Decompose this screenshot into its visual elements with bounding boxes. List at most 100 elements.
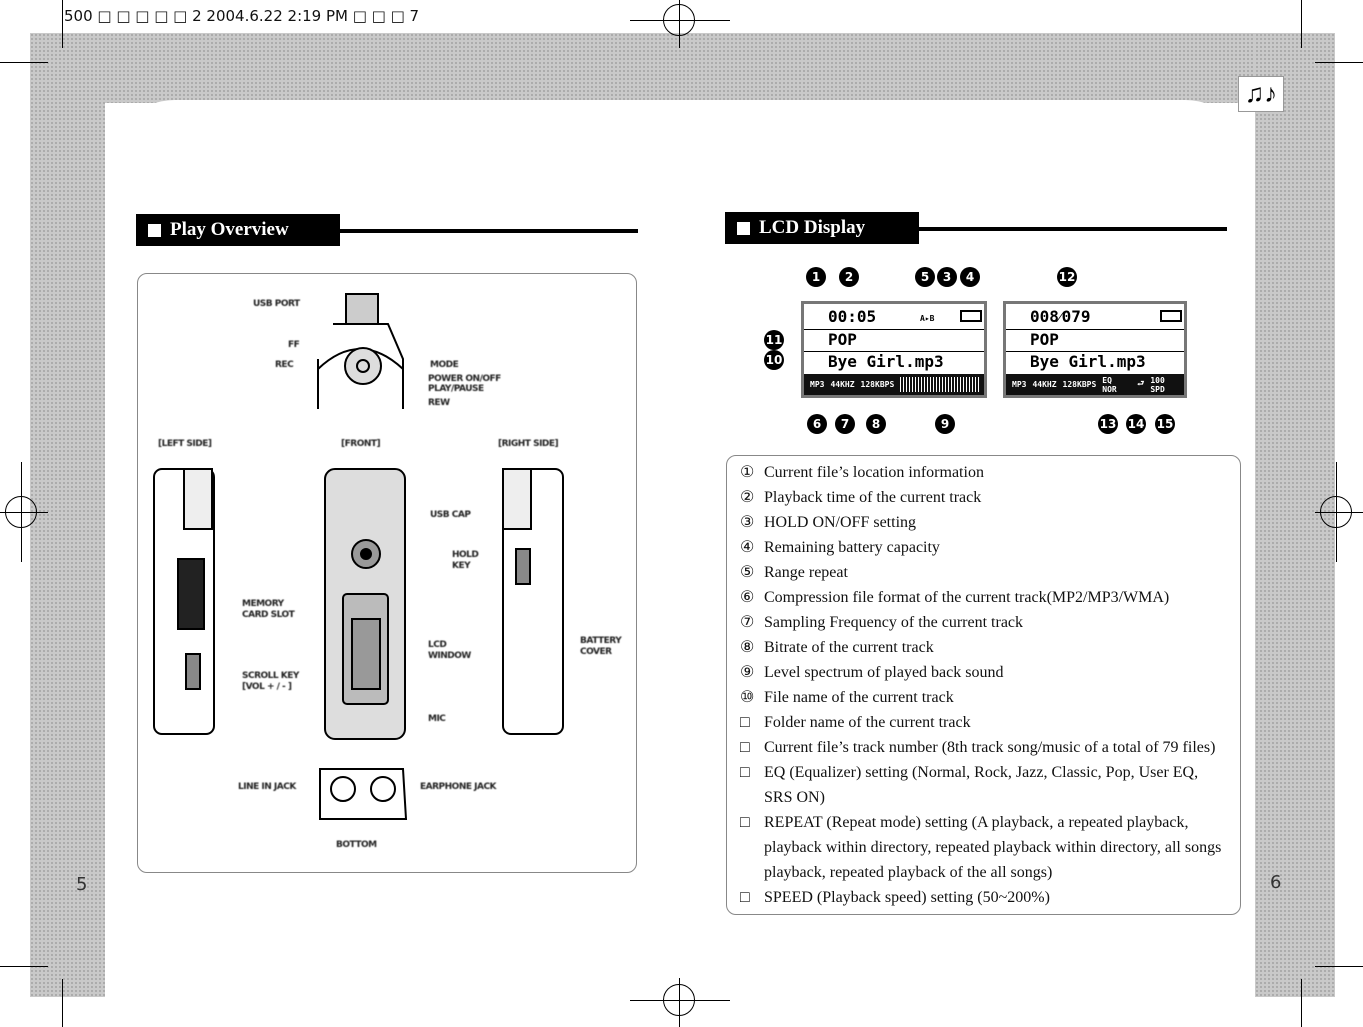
legend-item: ⑧ Bitrate of the current track	[740, 635, 1230, 660]
lcd-frequency: 44KHZ	[830, 380, 855, 389]
item-text: Compression file format of the current t…	[764, 589, 1170, 606]
item-number: □	[740, 739, 750, 756]
crop-mark	[1301, 979, 1302, 1027]
item-number: □	[740, 714, 750, 731]
item-text: REPEAT (Repeat mode) setting (A playback…	[764, 814, 1222, 881]
callout-11: 11	[764, 330, 784, 350]
repeat-icon: ⮐	[1137, 378, 1145, 388]
lcd-eq: EQ NOR	[1102, 375, 1117, 394]
callout-8: 8	[866, 414, 886, 434]
item-number: □	[740, 814, 750, 831]
callout-1: 1	[806, 267, 826, 287]
lcd-bitrate: 128KBPS	[860, 380, 895, 389]
label-usb-port: USB PORT	[253, 299, 300, 309]
label-right-side: [RIGHT SIDE]	[498, 439, 559, 449]
lcd-format: MP3	[1012, 380, 1027, 389]
callout-7: 7	[835, 414, 855, 434]
callout-15: 15	[1155, 414, 1175, 434]
label-bottom: BOTTOM	[336, 840, 377, 850]
legend-item: ③ HOLD ON/OFF setting	[740, 510, 1230, 535]
crop-mark	[679, 0, 680, 48]
legend-item: □ EQ (Equalizer) setting (Normal, Rock, J…	[740, 760, 1230, 810]
item-text: Playback time of the current track	[764, 489, 982, 506]
item-number: ⑦	[740, 614, 755, 631]
crop-mark	[62, 0, 63, 48]
lcd-format: MP3	[810, 380, 825, 389]
label-left-side: [LEFT SIDE]	[158, 439, 212, 449]
item-number: ⑥	[740, 589, 755, 606]
label-memory: MEMORY	[242, 599, 284, 609]
item-text: Current file’s location information	[764, 464, 984, 481]
background-top-band	[30, 33, 1335, 103]
legend-item: □ SPEED (Playback speed) setting (50~200%…	[740, 885, 1230, 910]
title-text: Play Overview	[170, 219, 289, 240]
label-battery: BATTERY	[580, 636, 622, 646]
crop-mark	[62, 979, 63, 1027]
item-text: File name of the current track	[764, 689, 954, 706]
label-front: [FRONT]	[341, 439, 381, 449]
callout-12: 12	[1057, 267, 1077, 287]
legend-item: ⑥ Compression file format of the current …	[740, 585, 1230, 610]
callout-4: 4	[960, 267, 980, 287]
crop-mark	[679, 978, 680, 1027]
item-text: Remaining battery capacity	[764, 539, 940, 556]
item-text: Folder name of the current track	[764, 714, 971, 731]
item-number: ⑧	[740, 639, 755, 656]
crop-mark	[0, 62, 48, 63]
label-hold: HOLD	[452, 550, 479, 560]
label-mode: MODE	[430, 360, 459, 370]
title-text: LCD Display	[759, 217, 866, 238]
level-spectrum	[900, 377, 980, 392]
item-number: ②	[740, 489, 755, 506]
lcd-legend-list: ① Current file’s location information ② Pla…	[740, 460, 1230, 910]
page-number-right: 6	[1270, 872, 1282, 893]
lcd-screen-playback: 00:05 A▸B POP Bye Girl.mp3 MP3 44KHZ 128…	[801, 301, 987, 398]
crop-mark	[630, 1000, 730, 1001]
item-text: Sampling Frequency of the current track	[764, 614, 1024, 631]
callout-13: 13	[1098, 414, 1118, 434]
lcd-bitrate: 128KBPS	[1062, 380, 1097, 389]
legend-item: □ Folder name of the current track	[740, 710, 1230, 735]
callout-14: 14	[1126, 414, 1146, 434]
lcd-file: Bye Girl.mp3	[828, 352, 944, 371]
crop-mark	[1315, 966, 1363, 967]
square-bullet-icon	[148, 223, 161, 237]
item-number: ①	[740, 464, 755, 481]
label-earphone: EARPHONE JACK	[420, 782, 497, 792]
item-text: EQ (Equalizer) setting (Normal, Rock, Ja…	[764, 764, 1199, 806]
lcd-screen-track: 008⁄079 POP Bye Girl.mp3 MP3 44KHZ 128KB…	[1003, 301, 1187, 398]
crop-mark	[1315, 62, 1363, 63]
legend-item: ⑤ Range repeat	[740, 560, 1230, 585]
square-bullet-icon	[737, 221, 750, 235]
item-text: Bitrate of the current track	[764, 639, 934, 656]
lcd-track-number: 008⁄079	[1006, 304, 1184, 330]
label-card-slot: CARD SLOT	[242, 610, 295, 620]
item-number: □	[740, 764, 750, 781]
lcd-ab-repeat: A▸B	[920, 314, 935, 323]
item-text: HOLD ON/OFF setting	[764, 514, 917, 531]
item-number: ④	[740, 539, 755, 556]
device-illustration	[153, 293, 564, 820]
background-left-band	[30, 33, 105, 997]
label-ff: FF	[288, 340, 300, 350]
item-number: ③	[740, 514, 755, 531]
crop-mark	[630, 20, 730, 21]
section-title-lcd-display: LCD Display	[725, 212, 919, 244]
page-number-left: 5	[76, 874, 88, 895]
lcd-file: Bye Girl.mp3	[1030, 352, 1146, 371]
lcd-folder: POP	[1006, 330, 1184, 352]
legend-item: □ Current file’s track number (8th track …	[740, 735, 1230, 760]
legend-item: ④ Remaining battery capacity	[740, 535, 1230, 560]
title-rule	[340, 229, 638, 233]
callout-2: 2	[839, 267, 859, 287]
label-rec: REC	[275, 360, 294, 370]
legend-item: ② Playback time of the current track	[740, 485, 1230, 510]
label-play-pause: PLAY/PAUSE	[428, 384, 484, 394]
title-rule	[919, 227, 1227, 231]
crop-mark	[0, 512, 48, 513]
label-lcd-window: WINDOW	[428, 651, 471, 661]
lcd-frequency: 44KHZ	[1032, 380, 1057, 389]
legend-item: □ REPEAT (Repeat mode) setting (A playbac…	[740, 810, 1230, 885]
lcd-speed: 100 SPD	[1150, 375, 1165, 394]
device-diagram-box: USB PORT FF REC MODE POWER ON/OFF PLAY/P…	[137, 273, 637, 873]
